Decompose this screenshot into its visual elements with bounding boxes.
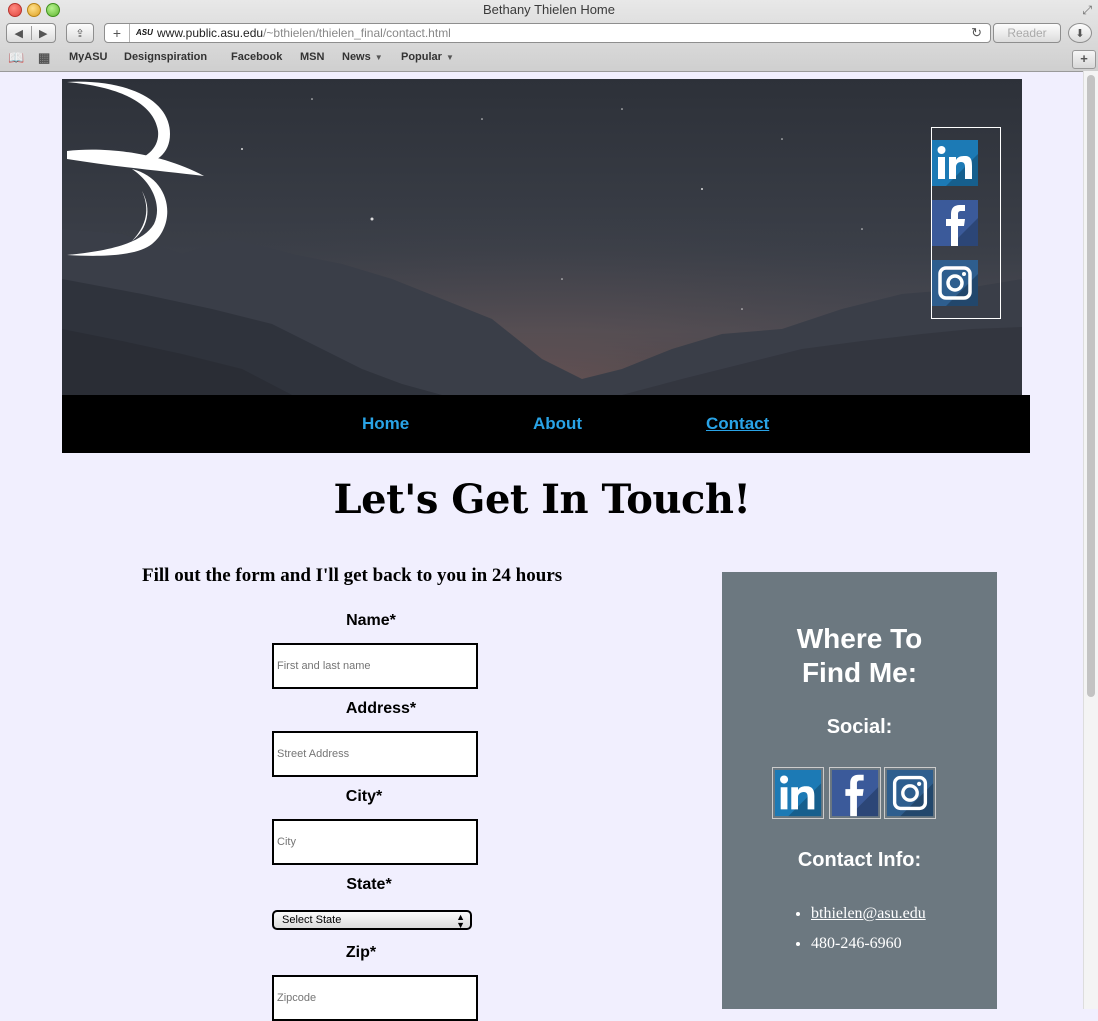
forward-arrow-icon[interactable]: ▶: [32, 27, 56, 40]
email-link[interactable]: bthielen@asu.edu: [811, 905, 926, 922]
city-input[interactable]: [272, 819, 478, 865]
bookmark-news-folder[interactable]: News ▼: [342, 51, 383, 63]
select-arrows-icon: ▲ ▼: [456, 912, 465, 930]
bookmarks-bar: 📖 ▦ MyASU Designspiration Facebook MSN N…: [0, 49, 1098, 69]
zip-input[interactable]: [272, 975, 478, 1021]
reading-list-icon[interactable]: 📖: [8, 50, 24, 66]
scrollbar-thumb[interactable]: [1087, 75, 1095, 697]
sidebar-social-icons: [772, 767, 947, 819]
back-arrow-icon[interactable]: ◀: [7, 27, 31, 40]
share-icon: ⇪: [75, 27, 85, 40]
bookmark-msn[interactable]: MSN: [300, 51, 324, 63]
instagram-icon[interactable]: [884, 767, 936, 819]
address-bar[interactable]: + ASU www.public.asu.edu/~bthielen/thiel…: [104, 23, 991, 43]
url-text[interactable]: www.public.asu.edu/~bthielen/thielen_fin…: [157, 26, 451, 40]
browser-toolbar: ◀ ▶ ⇪ + ASU www.public.asu.edu/~bthielen…: [0, 22, 1098, 46]
contact-sidebar: Where To Find Me: Social: Contact Info: …: [722, 572, 997, 1009]
new-tab-button[interactable]: +: [1072, 50, 1096, 69]
sidebar-title-line2: Find Me:: [801, 657, 918, 688]
nav-home-link[interactable]: Home: [362, 414, 409, 434]
chevron-down-icon: ▼: [374, 53, 383, 62]
address-input[interactable]: [272, 731, 478, 777]
name-label: Name*: [346, 612, 396, 629]
chevron-down-icon: ▼: [445, 53, 454, 62]
sidebar-title-line1: Where To: [796, 623, 923, 654]
download-arrow-icon: ⬇: [1075, 27, 1085, 40]
phone-number: 480-246-6960: [811, 935, 902, 952]
nav-about-link[interactable]: About: [533, 414, 582, 434]
hero-banner: [62, 79, 1022, 395]
contact-info-list: bthielen@asu.edu 480-246-6960: [794, 905, 926, 965]
bookmark-facebook[interactable]: Facebook: [231, 51, 282, 63]
city-label: City*: [345, 788, 383, 805]
bookmark-designspiration[interactable]: Designspiration: [124, 51, 207, 63]
list-item: 480-246-6960: [811, 935, 926, 953]
state-select-value: Select State: [282, 914, 342, 926]
contact-info-heading: Contact Info:: [797, 849, 922, 871]
site-logo-b: [67, 81, 204, 256]
form-intro-text: Fill out the form and I'll get back to y…: [142, 565, 563, 586]
site-favicon: ASU: [136, 28, 153, 37]
downloads-button[interactable]: ⬇: [1068, 23, 1092, 43]
url-host: www.public.asu.edu: [157, 26, 264, 40]
linkedin-icon[interactable]: [772, 767, 824, 819]
window-title: Bethany Thielen Home: [482, 2, 615, 17]
top-sites-grid-icon[interactable]: ▦: [38, 50, 50, 66]
header-social-box: [931, 127, 1001, 319]
bookmark-popular-folder[interactable]: Popular ▼: [401, 51, 454, 63]
bookmark-news-label: News: [342, 51, 371, 63]
bookmark-popular-label: Popular: [401, 51, 442, 63]
fullscreen-icon[interactable]: ⤢: [1082, 3, 1092, 18]
url-path: /~bthielen/thielen_final/contact.html: [263, 26, 451, 40]
main-nav: Home About Contact: [62, 395, 1030, 453]
add-bookmark-icon[interactable]: +: [105, 24, 130, 42]
facebook-icon[interactable]: [829, 767, 881, 819]
sidebar-title: Where To Find Me:: [722, 622, 997, 690]
linkedin-icon[interactable]: [932, 140, 978, 186]
reload-icon[interactable]: ↻: [971, 25, 982, 41]
page-scrollbar[interactable]: [1083, 71, 1098, 1009]
page-title: Let's Get In Touch!: [333, 476, 751, 523]
state-label: State*: [346, 876, 392, 893]
share-button[interactable]: ⇪: [66, 23, 94, 43]
instagram-icon[interactable]: [932, 260, 978, 306]
address-label: Address*: [345, 700, 417, 717]
list-item: bthielen@asu.edu: [811, 905, 926, 923]
zip-label: Zip*: [345, 944, 377, 961]
name-input[interactable]: [272, 643, 478, 689]
reader-button[interactable]: Reader: [993, 23, 1061, 43]
state-select[interactable]: Select State ▲ ▼: [272, 910, 472, 930]
back-forward-buttons: ◀ ▶: [6, 23, 56, 43]
browser-chrome: Bethany Thielen Home ⤢ ◀ ▶ ⇪ + ASU www.p…: [0, 0, 1098, 72]
nav-contact-link[interactable]: Contact: [706, 414, 769, 434]
bookmark-myasu[interactable]: MyASU: [69, 51, 108, 63]
facebook-icon[interactable]: [932, 200, 978, 246]
social-heading: Social:: [826, 716, 893, 738]
title-bar: Bethany Thielen Home ⤢: [0, 0, 1098, 20]
